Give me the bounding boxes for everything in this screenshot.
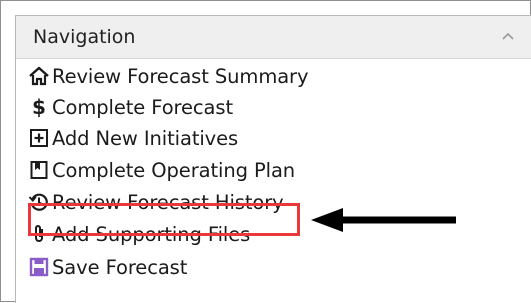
nav-item-complete-forecast[interactable]: $ Complete Forecast xyxy=(27,93,233,121)
highlight-box xyxy=(28,203,300,236)
home-icon xyxy=(27,64,51,88)
bookmark-icon xyxy=(27,158,51,182)
window-frame: Navigation Review Forecast Summary $ Com… xyxy=(0,0,531,303)
dollar-icon: $ xyxy=(32,95,46,119)
panel-title: Navigation xyxy=(33,26,136,48)
pointer-arrow-icon xyxy=(311,208,456,232)
nav-item-complete-operating-plan[interactable]: Complete Operating Plan xyxy=(27,156,295,184)
plus-box-icon xyxy=(27,126,51,150)
nav-item-label: Complete Forecast xyxy=(52,95,233,119)
floppy-disk-icon xyxy=(27,255,51,279)
nav-item-label: Complete Operating Plan xyxy=(52,158,296,182)
nav-item-label: Review Forecast Summary xyxy=(52,64,309,88)
nav-item-add-new-initiatives[interactable]: Add New Initiatives xyxy=(27,124,238,152)
nav-item-review-forecast-summary[interactable]: Review Forecast Summary xyxy=(27,62,309,90)
panel-header[interactable]: Navigation xyxy=(16,16,531,59)
chevron-up-icon[interactable] xyxy=(498,26,518,46)
nav-item-save-forecast[interactable]: Save Forecast xyxy=(27,253,187,281)
nav-item-label: Add New Initiatives xyxy=(52,126,239,150)
nav-item-label: Save Forecast xyxy=(52,255,188,279)
